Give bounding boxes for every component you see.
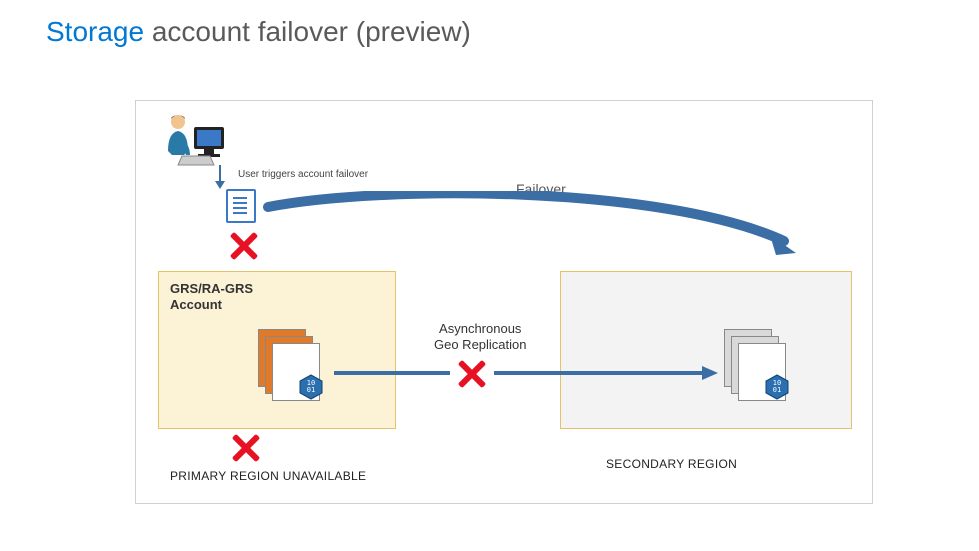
diagram-container: User triggers account failover Failover …: [135, 100, 873, 504]
trigger-label: User triggers account failover: [238, 169, 368, 180]
primary-region-label: PRIMARY REGION UNAVAILABLE: [170, 469, 366, 483]
failover-arrow-icon: [262, 191, 802, 271]
title-rest: account failover (preview): [152, 16, 471, 47]
title-prefix: Storage: [46, 16, 152, 47]
secondary-storage-stack: 10 01: [724, 329, 786, 399]
x-mark-icon: [228, 231, 258, 261]
primary-storage-stack: 10 01: [258, 329, 320, 399]
document-icon: [226, 189, 256, 223]
x-mark-icon: [230, 433, 260, 463]
secondary-region-label: SECONDARY REGION: [606, 457, 737, 471]
replication-arrow-icon: [332, 361, 722, 385]
async-replication-label: Asynchronous Geo Replication: [434, 321, 527, 354]
page-title: Storage account failover (preview): [46, 16, 471, 48]
storage-hex-icon: 10 01: [298, 374, 324, 400]
user-at-computer-icon: [160, 111, 230, 171]
secondary-region-box: [560, 271, 852, 429]
primary-account-label: GRS/RA-GRS Account: [170, 281, 253, 314]
storage-hex-icon: 10 01: [764, 374, 790, 400]
